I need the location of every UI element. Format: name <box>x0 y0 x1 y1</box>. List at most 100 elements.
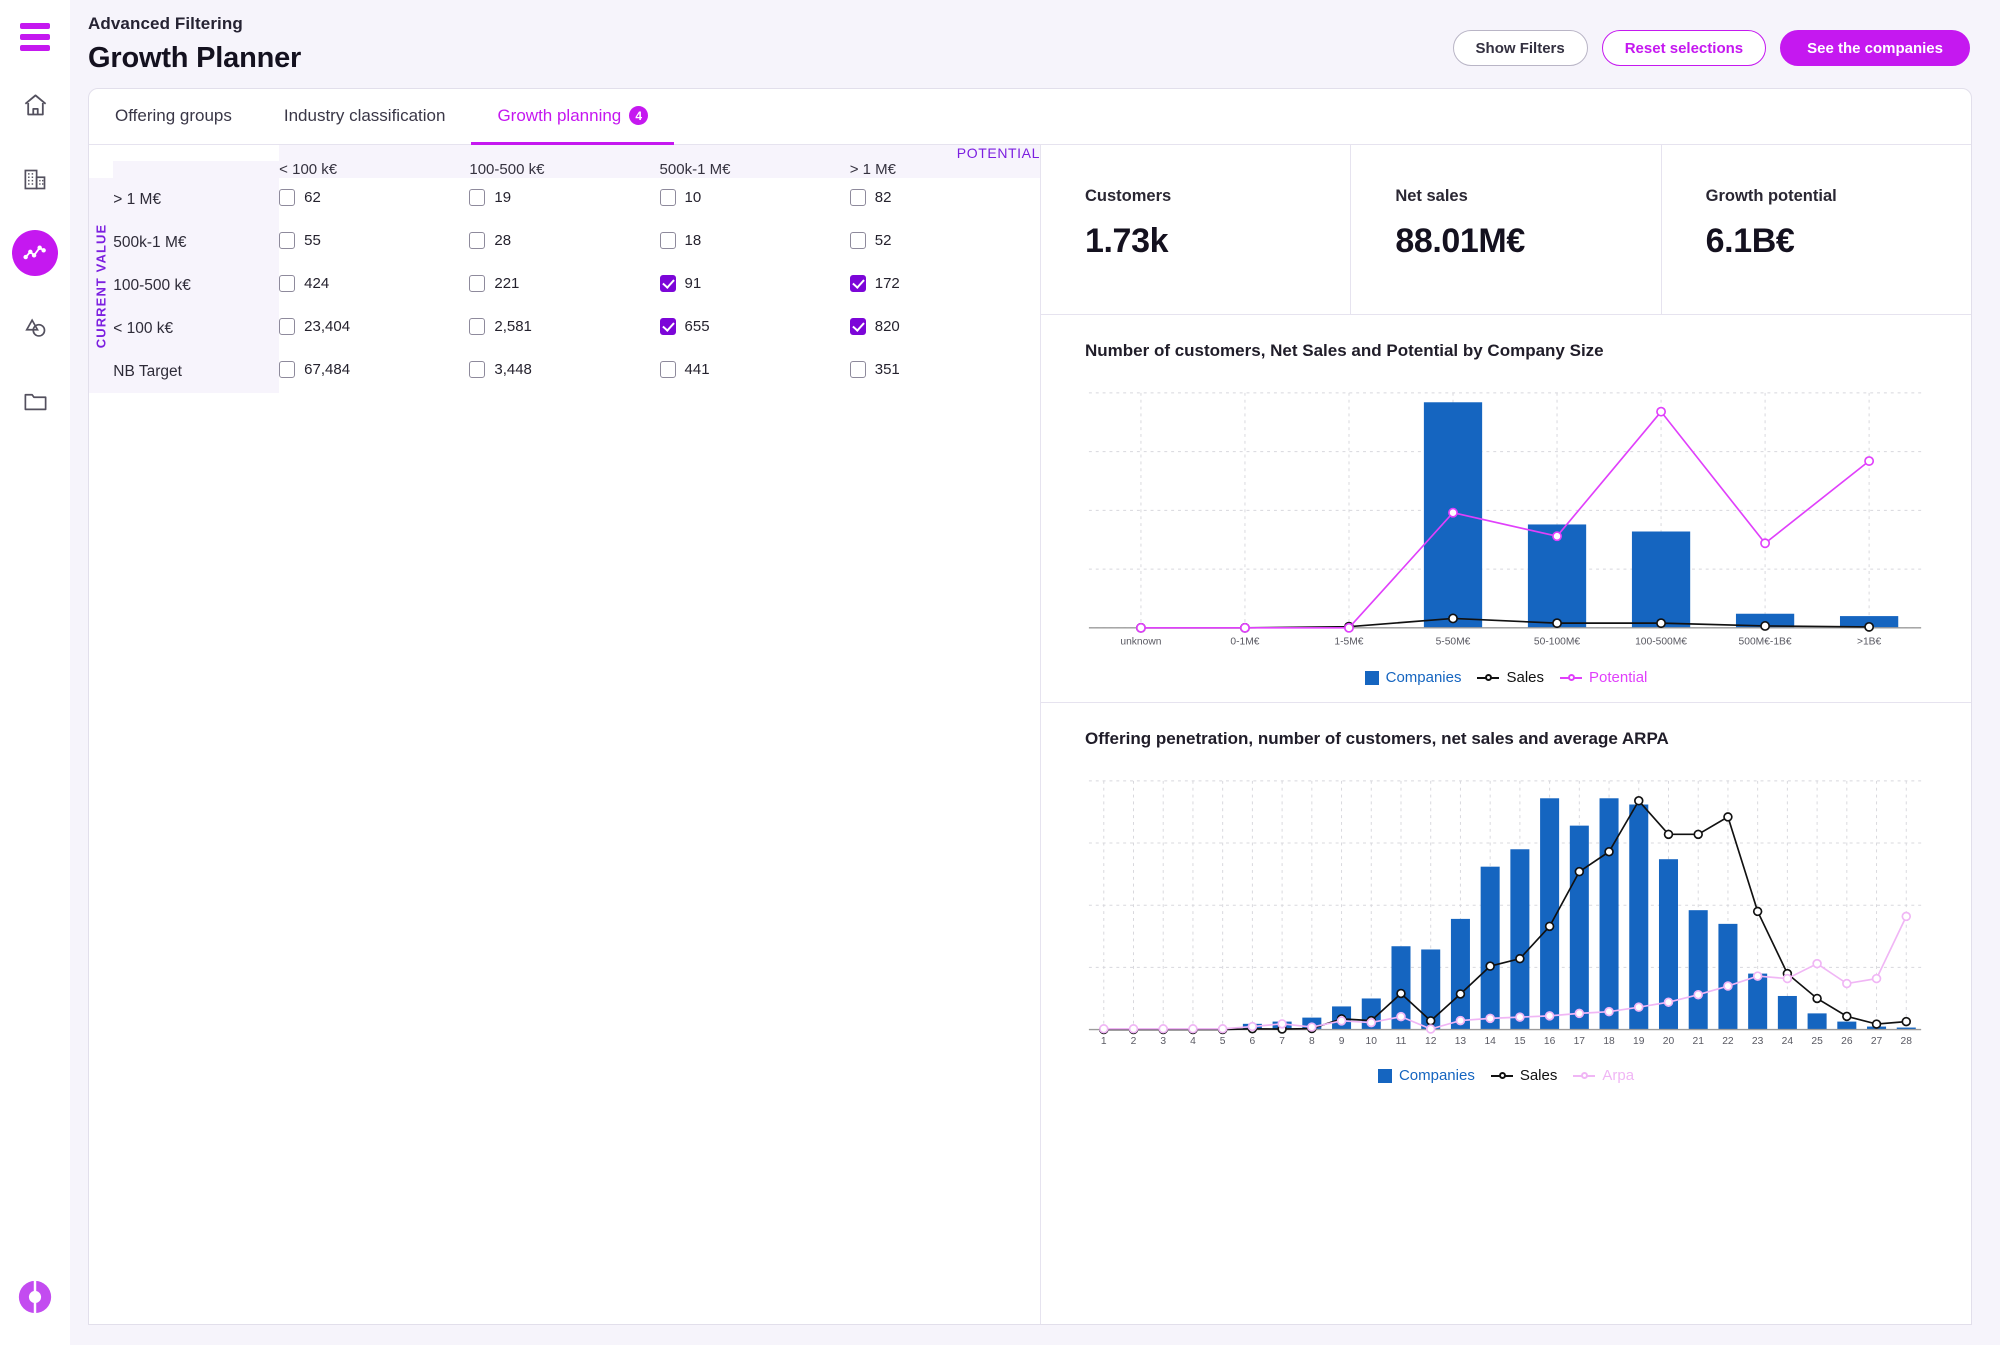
legend-item-sales[interactable]: Sales <box>1491 1067 1558 1084</box>
matrix-cell-2-0[interactable]: 424 <box>279 264 469 307</box>
tab-label: Growth planning <box>497 106 621 126</box>
matrix-cell-1-1[interactable]: 28 <box>469 221 659 264</box>
matrix-cell-3-3[interactable]: 820 <box>850 307 1040 350</box>
show-filters-button[interactable]: Show Filters <box>1453 30 1588 66</box>
checkbox[interactable] <box>279 318 295 335</box>
svg-text:14: 14 <box>1484 1036 1496 1047</box>
svg-text:>1B€: >1B€ <box>1857 636 1882 647</box>
checkbox[interactable] <box>850 318 866 335</box>
table-row: 100-500 k€ 424 221 91 172 <box>89 264 1040 307</box>
checkbox[interactable] <box>660 232 676 249</box>
svg-text:19: 19 <box>1633 1036 1645 1047</box>
svg-text:7: 7 <box>1279 1036 1285 1047</box>
legend-item-companies[interactable]: Companies <box>1378 1067 1475 1084</box>
cell-value: 19 <box>494 189 511 206</box>
chart-legend: Companies Sales Arpa <box>1085 1067 1927 1084</box>
hamburger-icon[interactable] <box>17 20 53 54</box>
matrix-cell-3-0[interactable]: 23,404 <box>279 307 469 350</box>
checkbox[interactable] <box>469 361 485 378</box>
svg-text:50-100M€: 50-100M€ <box>1534 636 1581 647</box>
checkbox[interactable] <box>850 361 866 378</box>
matrix-cell-0-2[interactable]: 10 <box>660 178 850 221</box>
legend-item-potential[interactable]: Potential <box>1560 669 1647 686</box>
checkbox[interactable] <box>279 361 295 378</box>
legend-line-icon <box>1491 1069 1513 1083</box>
svg-text:25: 25 <box>1811 1036 1823 1047</box>
left-nav-rail <box>0 0 70 1345</box>
header-actions: Show Filters Reset selections See the co… <box>1453 14 1970 66</box>
table-row: CURRENT VALUE > 1 M€ 62 19 10 82 <box>89 178 1040 221</box>
svg-text:15: 15 <box>1514 1036 1526 1047</box>
cell-value: 10 <box>685 189 702 206</box>
svg-text:0-1M€: 0-1M€ <box>1230 636 1259 647</box>
reset-selections-button[interactable]: Reset selections <box>1602 30 1766 66</box>
checkbox[interactable] <box>660 275 676 292</box>
matrix-cell-2-3[interactable]: 172 <box>850 264 1040 307</box>
svg-text:28: 28 <box>1901 1036 1913 1047</box>
checkbox[interactable] <box>279 189 295 206</box>
growth-matrix: POTENTIAL < 100 k€ 100-500 k€ 500k-1 M€ … <box>89 145 1041 1324</box>
page-header: Advanced Filtering Growth Planner Show F… <box>70 0 2000 88</box>
checkbox[interactable] <box>469 275 485 292</box>
legend-item-arpa[interactable]: Arpa <box>1573 1067 1634 1084</box>
matrix-cell-3-2[interactable]: 655 <box>660 307 850 350</box>
svg-text:5: 5 <box>1220 1036 1226 1047</box>
cell-value: 23,404 <box>304 318 350 335</box>
matrix-cell-0-1[interactable]: 19 <box>469 178 659 221</box>
legend-label: Potential <box>1589 669 1647 686</box>
matrix-cell-0-0[interactable]: 62 <box>279 178 469 221</box>
tab-offering-groups[interactable]: Offering groups <box>89 89 258 145</box>
sidebar-item-home[interactable] <box>12 82 58 128</box>
main-column: Advanced Filtering Growth Planner Show F… <box>70 0 2000 1345</box>
matrix-cell-1-2[interactable]: 18 <box>660 221 850 264</box>
brand-circle-logo[interactable] <box>16 1278 54 1321</box>
matrix-cell-0-3[interactable]: 82 <box>850 178 1040 221</box>
tab-industry-classification[interactable]: Industry classification <box>258 89 472 145</box>
cell-value: 351 <box>875 361 900 378</box>
shapes-analytics-icon <box>22 314 49 341</box>
checkbox[interactable] <box>660 361 676 378</box>
svg-text:11: 11 <box>1396 1036 1407 1047</box>
header-titles: Advanced Filtering Growth Planner <box>88 14 301 75</box>
sidebar-item-analytics[interactable] <box>12 304 58 350</box>
matrix-cell-2-2[interactable]: 91 <box>660 264 850 307</box>
content-panel: Offering groups Industry classification … <box>88 88 1972 1325</box>
see-companies-button[interactable]: See the companies <box>1780 30 1970 66</box>
table-row: NB Target 67,484 3,448 441 351 <box>89 350 1040 393</box>
row-header-1: 500k-1 M€ <box>113 221 279 264</box>
matrix-cell-3-1[interactable]: 2,581 <box>469 307 659 350</box>
matrix-cell-4-1[interactable]: 3,448 <box>469 350 659 393</box>
matrix-cell-2-1[interactable]: 221 <box>469 264 659 307</box>
checkbox[interactable] <box>279 232 295 249</box>
checkbox[interactable] <box>469 232 485 249</box>
checkbox[interactable] <box>469 189 485 206</box>
matrix-cell-4-3[interactable]: 351 <box>850 350 1040 393</box>
cell-value: 62 <box>304 189 321 206</box>
insights-column: Customers 1.73k Net sales 88.01M€ Growth… <box>1041 145 1971 1324</box>
kpi-label: Growth potential <box>1706 187 1971 206</box>
legend-line-icon <box>1477 671 1499 685</box>
cell-value: 441 <box>685 361 710 378</box>
legend-item-companies[interactable]: Companies <box>1365 669 1462 686</box>
svg-text:5-50M€: 5-50M€ <box>1436 636 1471 647</box>
row-header-2: 100-500 k€ <box>113 264 279 307</box>
svg-text:22: 22 <box>1722 1036 1734 1047</box>
checkbox[interactable] <box>660 318 676 335</box>
checkbox[interactable] <box>850 232 866 249</box>
matrix-cell-1-0[interactable]: 55 <box>279 221 469 264</box>
legend-label: Companies <box>1399 1067 1475 1084</box>
checkbox[interactable] <box>660 189 676 206</box>
checkbox[interactable] <box>850 275 866 292</box>
sidebar-item-files[interactable] <box>12 378 58 424</box>
sidebar-item-growth-planner[interactable] <box>12 230 58 276</box>
checkbox[interactable] <box>469 318 485 335</box>
matrix-cell-4-0[interactable]: 67,484 <box>279 350 469 393</box>
matrix-cell-4-2[interactable]: 441 <box>660 350 850 393</box>
tab-growth-planning[interactable]: Growth planning 4 <box>471 89 674 145</box>
legend-item-sales[interactable]: Sales <box>1477 669 1544 686</box>
column-header-1: 100-500 k€ <box>469 161 659 178</box>
matrix-cell-1-3[interactable]: 52 <box>850 221 1040 264</box>
checkbox[interactable] <box>850 189 866 206</box>
sidebar-item-companies[interactable] <box>12 156 58 202</box>
checkbox[interactable] <box>279 275 295 292</box>
